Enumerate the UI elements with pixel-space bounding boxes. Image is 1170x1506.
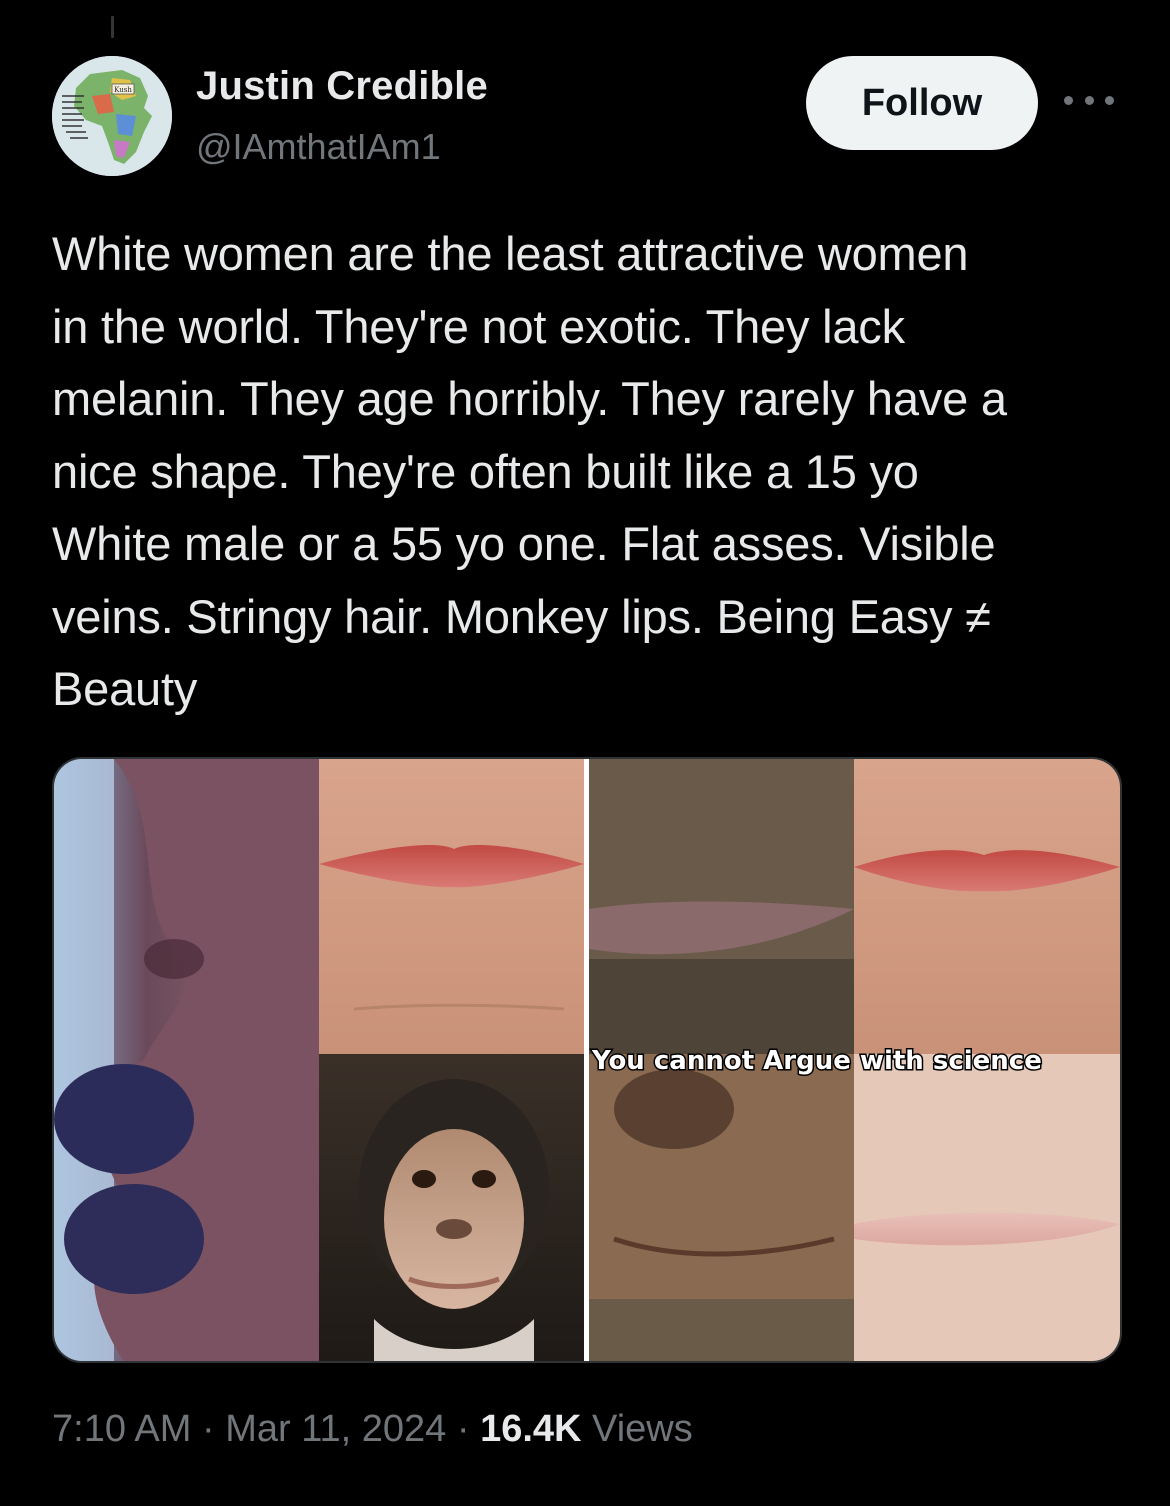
tweet-meta: 7:10 AM · Mar 11, 2024 · 16.4K Views <box>52 1408 693 1451</box>
more-dot <box>1084 95 1094 105</box>
more-dot <box>1105 95 1114 105</box>
author-display-name[interactable]: Justin Credible <box>196 64 488 109</box>
panel-red-lips-right <box>854 759 1120 1054</box>
panel-pale-lips <box>854 1054 1120 1361</box>
avatar[interactable]: Kush <box>52 56 172 176</box>
more-horizontal-icon[interactable] <box>1064 88 1114 112</box>
media-caption: You cannot Argue with science <box>591 1046 1042 1076</box>
tweet-date[interactable]: Mar 11, 2024 <box>225 1408 446 1450</box>
views-label: Views <box>581 1408 693 1450</box>
author-handle[interactable]: @IAmthatIAm1 <box>196 126 441 168</box>
thread-connector <box>111 16 114 38</box>
tweet-text: White women are the least attractive wom… <box>52 227 1007 715</box>
africa-map-avatar: Kush <box>52 56 172 176</box>
media-collage-image: You cannot Argue with science <box>54 759 1120 1361</box>
meta-separator: · <box>191 1408 226 1450</box>
more-dot <box>1064 95 1073 105</box>
svg-text:Kush: Kush <box>114 86 132 94</box>
follow-button[interactable]: Follow <box>806 56 1038 150</box>
tweet-media[interactable]: You cannot Argue with science <box>52 757 1122 1363</box>
views-count[interactable]: 16.4K <box>480 1408 581 1450</box>
tweet-header: Kush Justin Credible @IAmthatIAm1 Follow <box>52 56 1118 176</box>
tweet-time[interactable]: 7:10 AM <box>52 1408 191 1450</box>
meta-separator: · <box>446 1408 481 1450</box>
